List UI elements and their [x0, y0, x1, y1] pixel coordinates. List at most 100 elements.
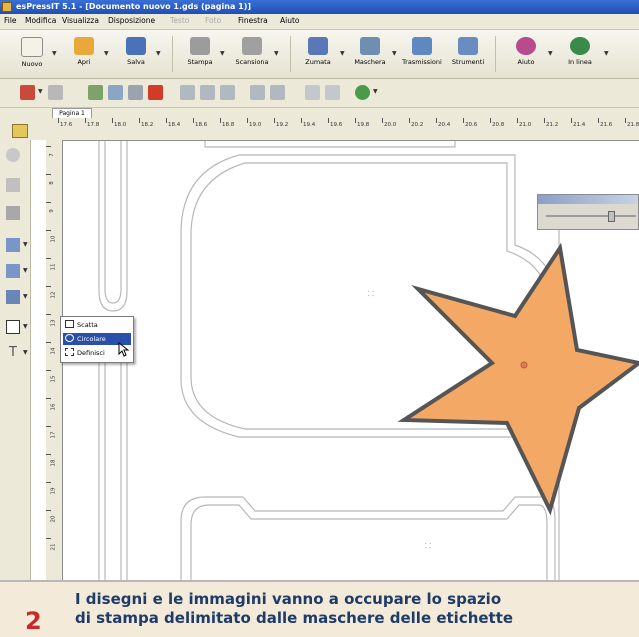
ruler-tick	[220, 118, 221, 123]
popup-item-label: Circolare	[77, 335, 106, 343]
ruler-label: 20.0	[384, 122, 397, 128]
zoom-slider-thumb[interactable]	[608, 211, 615, 222]
effects-tool-icon[interactable]	[6, 290, 20, 304]
open-button[interactable]: Apri	[64, 34, 104, 74]
ruler-tick	[46, 174, 51, 175]
ruler-tick	[46, 510, 51, 511]
ruler-label: 18.2	[141, 122, 154, 128]
caption-line-2: di stampa delimitato dalle maschere dell…	[75, 609, 514, 627]
pointer-tool-icon[interactable]	[6, 148, 20, 162]
chevron-down-icon[interactable]: ▼	[220, 50, 225, 57]
ruler-tick	[46, 146, 51, 147]
open-folder-icon	[74, 37, 94, 55]
ruler-tick	[490, 118, 491, 123]
tools-label: Strumenti	[451, 58, 485, 66]
group-icon[interactable]	[180, 85, 195, 100]
ruler-tick	[139, 118, 140, 123]
bring-front-icon[interactable]	[250, 85, 265, 100]
popup-item-scatta[interactable]: Scatta	[63, 319, 131, 331]
frame-tool-icon[interactable]	[6, 320, 20, 334]
ruler-tick	[46, 314, 51, 315]
menu-disposizione[interactable]: Disposizione	[108, 16, 155, 25]
menu-visualizza[interactable]: Visualizza	[62, 16, 99, 25]
text-tool-icon[interactable]: T	[6, 346, 20, 360]
zoom-icon	[308, 37, 328, 55]
chevron-down-icon[interactable]: ▼	[23, 241, 28, 248]
undo-icon[interactable]	[20, 85, 35, 100]
mask-button[interactable]: Maschera	[350, 34, 390, 74]
align-icon[interactable]	[220, 85, 235, 100]
ruler-label: 12	[50, 291, 57, 299]
chevron-down-icon[interactable]: ▼	[38, 88, 43, 95]
printer-icon	[190, 37, 210, 55]
ruler-label: 15	[50, 375, 57, 383]
chevron-down-icon[interactable]: ▼	[23, 267, 28, 274]
ruler-tick	[46, 258, 51, 259]
save-button[interactable]: Salva	[116, 34, 156, 74]
refresh-icon[interactable]	[355, 85, 370, 100]
help-button[interactable]: Aiuto	[506, 34, 546, 74]
tools-button[interactable]: Strumenti	[448, 34, 488, 74]
scan-label: Scansiona	[235, 58, 269, 66]
chevron-down-icon[interactable]: ▼	[274, 50, 279, 57]
send-back-icon[interactable]	[270, 85, 285, 100]
cursor-mark: ⸬	[425, 542, 431, 550]
chevron-down-icon[interactable]: ▼	[604, 50, 609, 57]
menu-foto[interactable]: Foto	[205, 16, 221, 25]
page-view-icon[interactable]	[12, 124, 28, 138]
chevron-down-icon[interactable]: ▼	[392, 50, 397, 57]
shape-tool-icon[interactable]	[6, 178, 20, 192]
layout-icon[interactable]	[305, 85, 320, 100]
chevron-down-icon[interactable]: ▼	[23, 349, 28, 356]
online-button[interactable]: In linea	[560, 34, 600, 74]
ruler-label: 17	[50, 431, 57, 439]
tools-icon	[458, 37, 478, 55]
online-label: In linea	[568, 58, 592, 66]
tab-pagina-1[interactable]: Pagina 1	[52, 108, 92, 118]
label-mask-left-top	[98, 141, 128, 312]
paste-icon[interactable]	[128, 85, 143, 100]
menu-file[interactable]: File	[4, 16, 17, 25]
chevron-down-icon[interactable]: ▼	[23, 323, 28, 330]
open-label: Apri	[77, 58, 91, 66]
ungroup-icon[interactable]	[200, 85, 215, 100]
image-tool-icon[interactable]	[6, 238, 20, 252]
grid-icon[interactable]	[325, 85, 340, 100]
fill-tool-icon[interactable]	[6, 206, 20, 220]
ruler-label: 20.6	[465, 122, 478, 128]
scan-button[interactable]: Scansiona	[232, 34, 272, 74]
menu-testo[interactable]: Testo	[170, 16, 189, 25]
chevron-down-icon[interactable]: ▼	[373, 88, 378, 95]
chevron-down-icon[interactable]: ▼	[52, 50, 57, 57]
redo-icon[interactable]	[48, 85, 63, 100]
zoom-slider-track[interactable]	[546, 215, 636, 217]
transmit-button[interactable]: Trasmissioni	[402, 34, 442, 74]
chevron-down-icon[interactable]: ▼	[156, 50, 161, 57]
panel-caption-bar[interactable]	[538, 195, 638, 204]
ruler-label: 19.4	[303, 122, 316, 128]
delete-icon[interactable]	[148, 85, 163, 100]
ruler-label: 19	[50, 487, 57, 495]
menu-aiuto[interactable]: Aiuto	[280, 16, 300, 25]
print-button[interactable]: Stampa	[180, 34, 220, 74]
menu-finestra[interactable]: Finestra	[238, 16, 268, 25]
chevron-down-icon[interactable]: ▼	[340, 50, 345, 57]
new-button[interactable]: Nuovo	[12, 34, 52, 74]
ruler-tick	[625, 118, 626, 123]
zoom-button[interactable]: Zumata	[298, 34, 338, 74]
chevron-down-icon[interactable]: ▼	[548, 50, 553, 57]
chevron-down-icon[interactable]: ▼	[23, 293, 28, 300]
online-globe-icon	[570, 37, 590, 55]
ruler-label: 11	[50, 263, 57, 271]
cut-icon[interactable]	[88, 85, 103, 100]
chevron-down-icon[interactable]: ▼	[104, 50, 109, 57]
mask-icon	[360, 37, 380, 55]
ruler-tick	[46, 482, 51, 483]
copy-icon[interactable]	[108, 85, 123, 100]
ruler-label: 14	[50, 347, 57, 355]
ruler-tick	[46, 230, 51, 231]
ruler-tick	[46, 342, 51, 343]
clipart-tool-icon[interactable]	[6, 264, 20, 278]
menu-modifica[interactable]: Modifica	[25, 16, 56, 25]
ruler-label: 21	[50, 543, 57, 551]
